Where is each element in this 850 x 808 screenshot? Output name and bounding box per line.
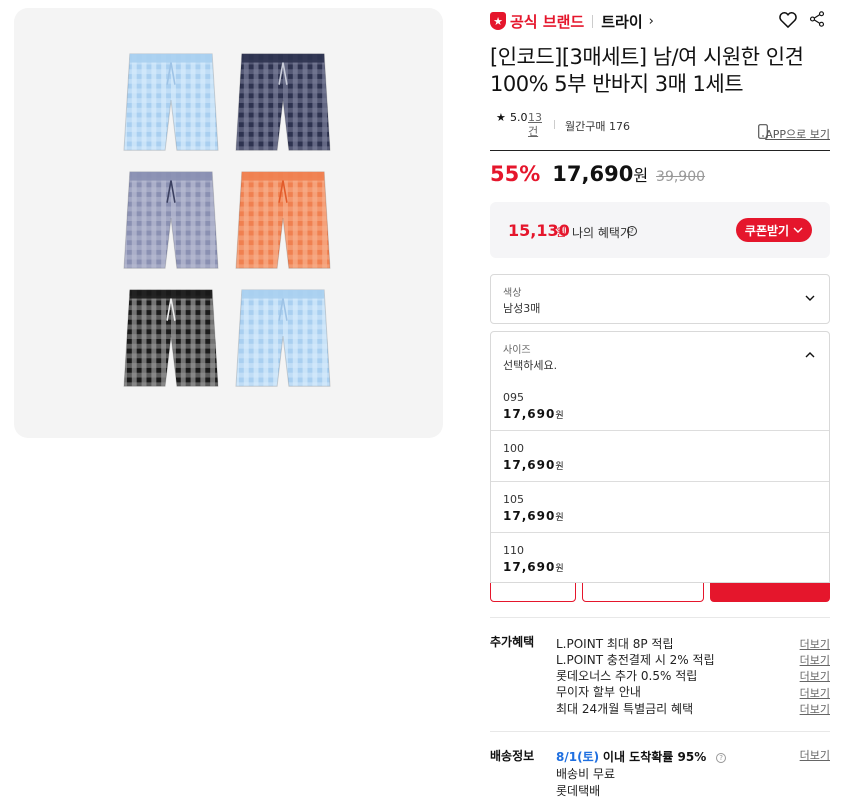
original-price: 39,900 [656, 169, 706, 185]
size-option-price: 17,690원 [503, 458, 564, 472]
more-link[interactable]: 더보기 [800, 747, 830, 763]
shorts-navy-gingham [234, 50, 332, 156]
size-option-price: 17,690원 [503, 509, 564, 523]
size-option-label: 110 [503, 544, 524, 557]
divider [490, 617, 830, 618]
brand-link[interactable]: 트라이 [601, 11, 642, 32]
chevron-down-icon [805, 295, 815, 301]
size-option[interactable]: 095 17,690원 [491, 380, 829, 430]
color-select-value: 남성3매 [503, 302, 541, 315]
share-icon[interactable] [808, 10, 826, 28]
official-brand-icon: ★ [490, 12, 506, 30]
heart-icon[interactable] [778, 10, 798, 30]
size-option-price: 17,690원 [503, 407, 564, 421]
product-title: [인코드][3매세트] 남/여 시원한 인견 100% 5부 반바지 3매 1세… [490, 45, 804, 96]
benefit-price-label: 나의 혜택가 [572, 226, 632, 240]
product-image[interactable] [14, 8, 443, 438]
rating-row: ★ 5.0 13건 월간구매 176 APP으로 보기 [490, 109, 830, 141]
coupon-button[interactable]: 쿠폰받기 [736, 218, 812, 242]
shorts-light-blue-gingham [122, 50, 220, 156]
divider [554, 120, 555, 129]
help-icon[interactable]: ? [627, 226, 637, 236]
shipping-title: 배송정보 [490, 749, 535, 763]
size-select[interactable]: 사이즈 선택하세요. [490, 331, 830, 381]
size-option-price: 17,690원 [503, 560, 564, 574]
sale-price: 17,690 [552, 162, 634, 186]
more-link[interactable]: 더보기 [800, 652, 830, 668]
divider [490, 150, 830, 151]
benefit-item: 최대 24개월 특별금리 혜택 [556, 702, 694, 716]
coupon-button-label: 쿠폰받기 [744, 223, 790, 238]
discount-rate: 55% [490, 162, 541, 186]
chevron-right-icon: › [648, 13, 654, 29]
app-view-link[interactable]: APP으로 보기 [765, 126, 830, 142]
more-link[interactable]: 더보기 [800, 685, 830, 701]
official-brand-label: 공식 브랜드 [510, 12, 585, 31]
size-option-label: 100 [503, 442, 524, 455]
star-icon: ★ [496, 111, 506, 124]
shorts-black-plaid [122, 286, 220, 392]
currency-unit: 원 [556, 226, 567, 239]
extra-benefits-title: 추가혜택 [490, 635, 535, 649]
price-row: 55% 17,690 원 39,900 [490, 162, 830, 192]
color-select[interactable]: 색상 남성3매 [490, 274, 830, 324]
shipping-eta: 8/1(토) 이내 도착확률 95% ? [556, 748, 727, 765]
chevron-down-icon [793, 227, 803, 233]
review-count-link[interactable]: 13건 [528, 111, 542, 139]
shipping-probability: 이내 도착확률 95% [602, 750, 707, 764]
size-option-label: 105 [503, 493, 524, 506]
brand-row: ★ 공식 브랜드 트라이 › [490, 10, 830, 32]
shipping-date: 8/1(토) [556, 750, 600, 764]
size-select-placeholder: 선택하세요. [503, 359, 558, 372]
more-link[interactable]: 더보기 [800, 668, 830, 684]
help-icon[interactable]: ? [716, 753, 727, 763]
divider [592, 14, 594, 28]
monthly-purchases: 월간구매 176 [565, 120, 630, 133]
shorts-grey-blue-check [122, 168, 220, 274]
benefit-item: L.POINT 충전결제 시 2% 적립 [556, 653, 715, 667]
benefit-price-box: 15,130 원 나의 혜택가 ? 쿠폰받기 [490, 202, 830, 258]
size-option[interactable]: 110 17,690원 [491, 532, 829, 582]
divider [490, 731, 830, 732]
shorts-orange-pattern [234, 168, 332, 274]
rating-score: 5.0 [510, 111, 528, 124]
size-option[interactable]: 100 17,690원 [491, 430, 829, 480]
currency-unit: 원 [633, 166, 649, 185]
shorts-light-blue-gingham-2 [234, 286, 332, 392]
shipping-fee: 배송비 무료 [556, 767, 616, 781]
shipping-carrier: 롯데택배 [556, 784, 601, 798]
chevron-up-icon [805, 352, 815, 358]
size-option-list: 095 17,690원 100 17,690원 105 17,690원 110 … [490, 380, 830, 583]
size-option-label: 095 [503, 391, 524, 404]
benefit-item: 롯데오너스 추가 0.5% 적립 [556, 669, 698, 683]
benefit-item: 무이자 할부 안내 [556, 685, 641, 699]
color-select-label: 색상 [503, 288, 522, 299]
size-option[interactable]: 105 17,690원 [491, 481, 829, 531]
size-select-label: 사이즈 [503, 345, 531, 356]
benefit-item: L.POINT 최대 8P 적립 [556, 637, 674, 651]
more-link[interactable]: 더보기 [800, 701, 830, 717]
more-link[interactable]: 더보기 [800, 636, 830, 652]
